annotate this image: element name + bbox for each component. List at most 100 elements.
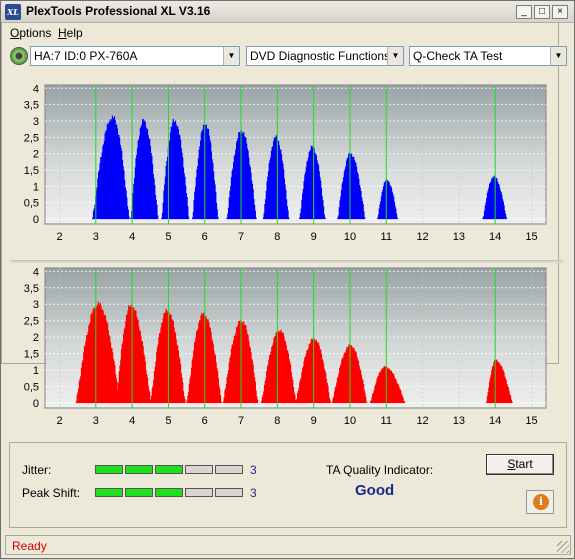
chart-bar <box>326 382 328 404</box>
chart-bar <box>256 396 258 404</box>
chevron-down-icon[interactable]: ▼ <box>223 47 239 65</box>
jitter-value: 3 <box>250 463 257 477</box>
chart-bar <box>80 375 82 404</box>
function-select[interactable]: DVD Diagnostic Functions ▼ <box>246 46 404 66</box>
chart-bar <box>77 392 79 404</box>
meter-segment <box>95 488 123 497</box>
chart-bar <box>192 357 194 404</box>
x-tick-label: 10 <box>344 415 356 427</box>
chart-bar <box>328 392 330 404</box>
chart-bar <box>507 387 510 404</box>
disc-drive-icon <box>10 47 28 65</box>
chart-bar <box>216 367 218 404</box>
menu-help[interactable]: Help <box>58 26 83 40</box>
menu-help-hotkey: H <box>58 26 67 40</box>
chart-bar <box>190 367 193 404</box>
maximize-button[interactable]: □ <box>534 5 550 19</box>
chart-bar <box>266 371 268 404</box>
menu-help-label: elp <box>66 26 83 40</box>
chart-bar <box>491 366 494 404</box>
chart-bar <box>492 365 494 404</box>
chart-bar <box>385 366 387 404</box>
chart-bar <box>400 391 402 404</box>
minimize-button[interactable]: _ <box>516 5 532 19</box>
chart-bar <box>147 377 149 404</box>
chart-bar <box>267 364 269 404</box>
chart-bar <box>147 385 149 404</box>
x-tick-label: 15 <box>525 415 537 427</box>
chart-bar <box>301 371 303 404</box>
chart-bar <box>253 372 255 404</box>
chart-bar <box>293 392 295 404</box>
chart-bar <box>380 369 382 404</box>
chart-bar <box>357 360 360 404</box>
chart-bar <box>215 362 217 404</box>
status-bar: Ready <box>5 535 571 555</box>
chart-bar <box>155 361 157 404</box>
chart-bar <box>225 384 227 404</box>
chart-bar <box>401 394 403 404</box>
chevron-down-icon[interactable]: ▼ <box>550 47 566 65</box>
chart-bar <box>507 386 509 404</box>
chart-bar <box>266 366 268 404</box>
chart-bar <box>375 384 377 404</box>
close-button[interactable]: × <box>552 5 568 19</box>
chart-bar <box>299 382 301 404</box>
chart-bar <box>495 360 497 404</box>
chart-bar <box>255 390 257 404</box>
chart-bar <box>257 399 259 404</box>
chart-bar <box>359 369 361 404</box>
chart-bar <box>219 389 221 404</box>
chart-bar <box>404 401 406 404</box>
chart-bar <box>341 357 344 404</box>
chart-bar <box>333 396 335 404</box>
chart-bar <box>325 379 328 404</box>
chart-bar <box>503 372 505 404</box>
chart-bar <box>227 370 230 404</box>
chart-bar <box>264 381 266 404</box>
menu-options[interactable]: Options <box>10 26 51 40</box>
x-tick-label: 11 <box>381 415 392 427</box>
chart-bar <box>335 386 337 404</box>
chart-bar <box>502 369 504 404</box>
chart-bar <box>510 399 512 404</box>
menu-options-hotkey: O <box>10 26 20 40</box>
chart-bar <box>116 381 118 404</box>
app-logo-icon: XL <box>5 4 21 20</box>
chart-bar <box>334 387 336 404</box>
x-tick-label: 7 <box>238 415 244 427</box>
chart-bar <box>151 388 153 404</box>
info-button[interactable]: i <box>526 490 554 514</box>
chart-bar <box>325 373 327 404</box>
chart-bar <box>268 359 270 404</box>
resize-grip-icon[interactable] <box>557 541 569 553</box>
chart-bar <box>289 361 291 404</box>
chart-bar <box>290 371 292 404</box>
test-select[interactable]: Q-Check TA Test ▼ <box>409 46 567 66</box>
y-tick-label: 1 <box>33 365 39 377</box>
chart-bar <box>296 398 298 404</box>
chart-bar <box>490 375 492 404</box>
drive-select[interactable]: HA:7 ID:0 PX-760A ▼ <box>30 46 240 66</box>
window-title: PlexTools Professional XL V3.16 <box>26 4 211 18</box>
start-button[interactable]: Start <box>486 454 554 475</box>
chart-bar <box>180 373 182 404</box>
chart-bar <box>499 365 502 404</box>
chart-bar <box>360 374 362 404</box>
chart-bar <box>496 359 498 404</box>
chart-bar <box>150 401 152 404</box>
chart-bar <box>398 388 401 404</box>
chart-bar <box>384 366 386 404</box>
drive-select-value: HA:7 ID:0 PX-760A <box>34 49 138 63</box>
chart-bar <box>379 371 381 404</box>
chart-bar <box>117 394 120 404</box>
chart-bar <box>79 378 81 404</box>
chart-bar <box>251 360 254 404</box>
chart-bar <box>152 385 154 404</box>
chevron-down-icon[interactable]: ▼ <box>387 47 403 65</box>
chart-bar <box>115 373 117 404</box>
chart-bar <box>496 361 499 404</box>
chart-bar <box>78 388 80 404</box>
chart-bar <box>149 399 152 404</box>
chart-bar <box>511 401 513 404</box>
